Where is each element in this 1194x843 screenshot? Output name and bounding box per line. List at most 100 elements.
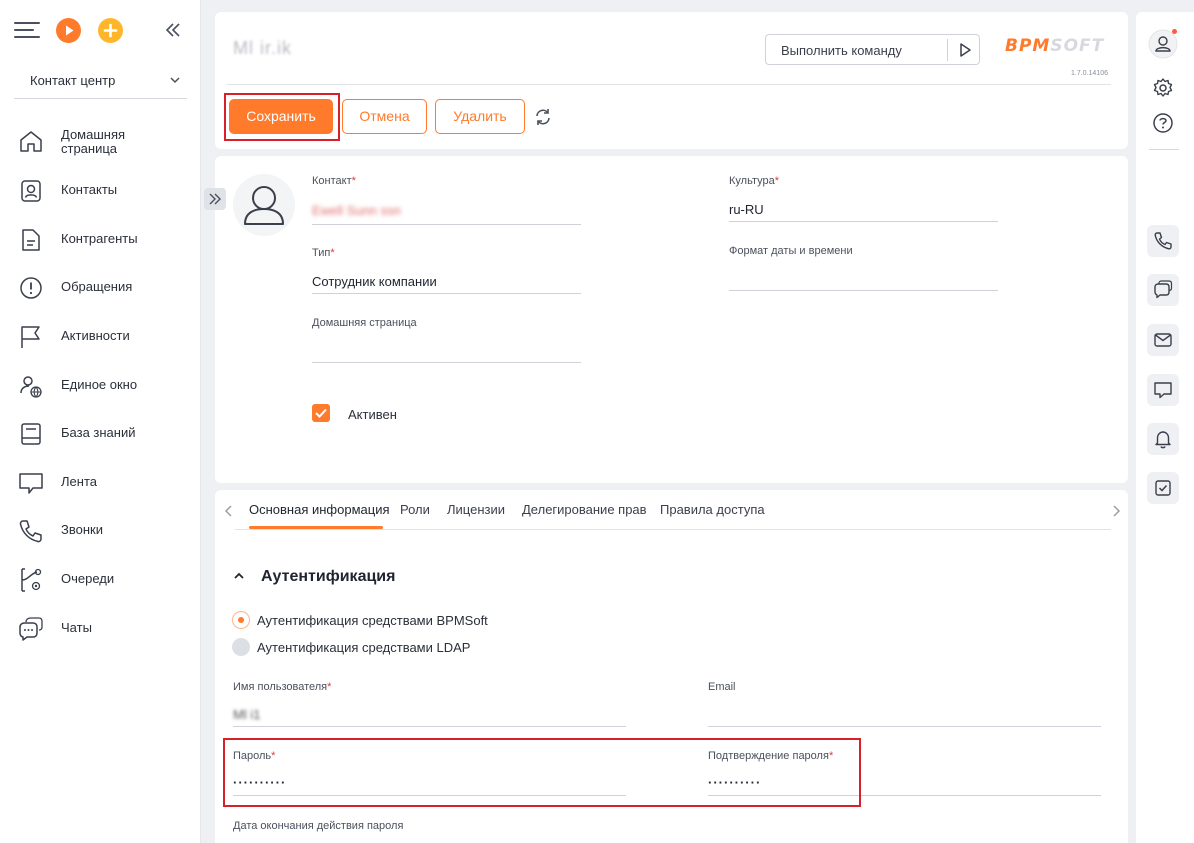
delete-button[interactable]: Удалить — [435, 99, 525, 134]
tab-roles[interactable]: Роли — [400, 502, 430, 517]
field-underline — [729, 290, 998, 291]
brand-soft: SOFT — [1050, 36, 1105, 56]
sidebar: Контакт центр Домашняя страница Контакты… — [0, 0, 201, 843]
username-label: Имя пользователя* — [233, 681, 332, 693]
tabs-scroll-right-icon[interactable] — [1110, 504, 1122, 518]
sidebar-item-queues[interactable]: Очереди — [0, 559, 200, 599]
cancel-button[interactable]: Отмена — [342, 99, 427, 134]
sidebar-item-label: Очереди — [61, 571, 115, 586]
flag-icon — [18, 324, 44, 350]
sidebar-item-label: Контрагенты — [61, 231, 138, 246]
feed-icon — [18, 470, 44, 496]
mail-icon[interactable] — [1147, 324, 1179, 356]
password-expiry-label: Дата окончания действия пароля — [233, 820, 404, 832]
page-header: Ml ir.ik Выполнить команду BPMSOFT 1.7.0… — [215, 12, 1128, 149]
datetime-format-label: Формат даты и времени — [729, 245, 853, 257]
email-field[interactable]: Email — [708, 681, 1101, 727]
home-icon — [18, 128, 44, 154]
notification-dot — [1172, 29, 1177, 34]
contact-field[interactable]: Контакт* Ewell Sunn ssn — [312, 175, 581, 225]
sidebar-item-label: Обращения — [61, 279, 133, 294]
workplace-select[interactable]: Контакт центр — [14, 62, 187, 99]
book-icon — [18, 421, 44, 447]
chevron-down-icon — [169, 74, 181, 86]
divider — [1149, 149, 1179, 150]
highlight-save — [224, 93, 340, 141]
culture-value: ru-RU — [729, 202, 764, 217]
tab-delegation[interactable]: Делегирование прав — [522, 502, 647, 517]
homepage-field[interactable]: Домашняя страница — [312, 317, 581, 363]
chevron-up-icon[interactable] — [232, 570, 246, 582]
task-icon[interactable] — [1147, 472, 1179, 504]
queue-icon — [18, 567, 44, 593]
help-icon[interactable] — [1147, 107, 1179, 139]
sidebar-item-single-window[interactable]: Единое окно — [0, 365, 200, 405]
user-globe-icon — [18, 373, 44, 399]
sidebar-item-label: Лента — [61, 474, 97, 489]
run-command-icon[interactable] — [955, 40, 975, 60]
document-icon — [18, 227, 44, 253]
phone-icon[interactable] — [1147, 225, 1179, 257]
workplace-label: Контакт центр — [30, 73, 116, 88]
gear-icon[interactable] — [1147, 72, 1179, 104]
type-label: Тип* — [312, 247, 335, 259]
highlight-password — [223, 738, 861, 807]
datetime-format-field[interactable]: Формат даты и времени — [729, 245, 998, 292]
culture-field[interactable]: Культура* ru-RU — [729, 175, 998, 222]
tab-main-info[interactable]: Основная информация — [249, 502, 390, 517]
section-title: Аутентификация — [261, 568, 396, 585]
password-expiry-field[interactable]: Дата окончания действия пароля — [233, 820, 626, 838]
sidebar-item-contacts[interactable]: Контакты — [0, 170, 200, 210]
profile-card: Контакт* Ewell Sunn ssn Тип* Сотрудник к… — [215, 156, 1128, 483]
avatar[interactable] — [233, 174, 295, 236]
expand-icon[interactable] — [204, 188, 226, 210]
message-icon[interactable] — [1147, 374, 1179, 406]
field-underline — [233, 726, 626, 727]
right-rail — [1136, 12, 1194, 843]
field-underline — [312, 362, 581, 363]
sidebar-item-accounts[interactable]: Контрагенты — [0, 219, 200, 259]
chat-icon[interactable] — [1147, 274, 1179, 306]
alert-icon — [18, 275, 44, 301]
phone-icon — [18, 518, 44, 544]
command-input[interactable]: Выполнить команду — [765, 34, 980, 65]
profile-icon[interactable] — [1147, 28, 1179, 60]
sidebar-item-label: Единое окно — [61, 377, 138, 392]
field-underline — [312, 293, 581, 294]
field-underline — [708, 726, 1101, 727]
menu-icon[interactable] — [14, 20, 40, 40]
tabs-scroll-left-icon[interactable] — [223, 504, 235, 518]
type-value: Сотрудник компании — [312, 274, 437, 289]
refresh-icon[interactable] — [533, 107, 553, 127]
radio-auth-bpmsoft-label: Аутентификация средствами BPMSoft — [257, 613, 488, 628]
sidebar-item-knowledge-base[interactable]: База знаний — [0, 413, 200, 453]
sidebar-item-chats[interactable]: Чаты — [0, 608, 200, 648]
brand-logo: BPMSOFT — [1005, 36, 1104, 56]
radio-auth-bpmsoft[interactable] — [232, 611, 250, 629]
sidebar-item-feed[interactable]: Лента — [0, 462, 200, 502]
play-icon[interactable] — [56, 18, 81, 43]
command-placeholder: Выполнить команду — [781, 43, 902, 58]
username-field[interactable]: Имя пользователя* Ml i1 — [233, 681, 626, 727]
collapse-sidebar-icon[interactable] — [163, 18, 183, 42]
chat-icon — [18, 616, 44, 642]
tab-licenses[interactable]: Лицензии — [447, 502, 505, 517]
active-checkbox[interactable] — [312, 404, 330, 422]
email-label: Email — [708, 681, 736, 693]
contact-value: Ewell Sunn ssn — [312, 203, 401, 218]
homepage-label: Домашняя страница — [312, 317, 417, 329]
radio-auth-ldap-label: Аутентификация средствами LDAP — [257, 640, 471, 655]
sidebar-item-activities[interactable]: Активности — [0, 316, 200, 356]
plus-icon[interactable] — [98, 18, 123, 43]
radio-auth-ldap[interactable] — [232, 638, 250, 656]
sidebar-item-home[interactable]: Домашняя страница — [0, 124, 200, 164]
type-field[interactable]: Тип* Сотрудник компании — [312, 247, 581, 294]
sidebar-item-cases[interactable]: Обращения — [0, 267, 200, 307]
tab-access-rules[interactable]: Правила доступа — [660, 502, 765, 517]
sidebar-item-label: Домашняя страница — [61, 127, 126, 156]
divider — [235, 529, 1111, 530]
sidebar-item-label: Активности — [61, 328, 130, 343]
sidebar-item-calls[interactable]: Звонки — [0, 510, 200, 550]
bell-icon[interactable] — [1147, 423, 1179, 455]
username-value: Ml i1 — [233, 707, 261, 722]
